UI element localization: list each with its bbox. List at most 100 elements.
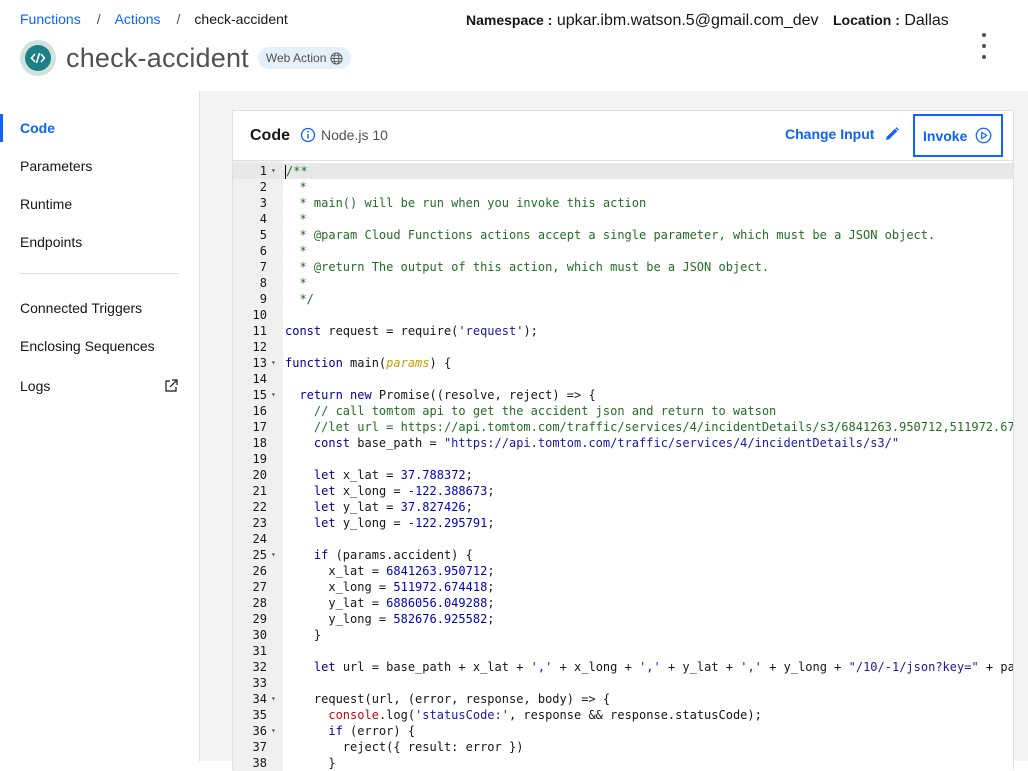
code-text: return new Promise((resolve, reject) => … [299, 388, 596, 402]
code-text: console.log('statusCode:', response && r… [328, 708, 762, 722]
line-number: 5 [259, 228, 267, 242]
code-text: const base_path = "https://api.tomtom.co… [313, 436, 900, 450]
sidebar-item-endpoints[interactable]: Endpoints [0, 226, 199, 258]
breadcrumb-functions[interactable]: Functions [20, 11, 81, 27]
code-line[interactable]: 2 * [233, 179, 1013, 195]
sidebar-item-code[interactable]: Code [0, 112, 199, 144]
code-line[interactable]: 16 // call tomtom api to get the acciden… [233, 403, 1013, 419]
code-panel-title: Code [250, 127, 290, 144]
code-line[interactable]: 19 [233, 451, 1013, 467]
line-number: 28 [252, 596, 267, 610]
code-text: y_long = 582676.925582; [285, 612, 495, 626]
code-line[interactable]: 5 * @param Cloud Functions actions accep… [233, 227, 1013, 243]
code-line[interactable]: 18 const base_path = "https://api.tomtom… [233, 435, 1013, 451]
code-text: if (params.accident) { [313, 548, 473, 562]
code-line[interactable]: 24 [233, 531, 1013, 547]
code-text: * [285, 244, 307, 258]
code-line[interactable]: 38 } [233, 755, 1013, 771]
line-number: 30 [252, 628, 267, 642]
code-text: /** [285, 164, 308, 179]
code-text: x_long = 511972.674418; [285, 580, 495, 594]
fold-arrow-icon[interactable]: ▾ [271, 387, 276, 403]
code-line[interactable]: 6 * [233, 243, 1013, 259]
code-line[interactable]: 33 [233, 675, 1013, 691]
sidebar-item-enclosing-sequences[interactable]: Enclosing Sequences [0, 330, 199, 362]
breadcrumb-current: check-accident [194, 11, 288, 27]
code-line[interactable]: 20 let x_lat = 37.788372; [233, 467, 1013, 483]
code-panel: Code Node.js 10 Change Input Invoke 1 ▾ … [232, 110, 1014, 771]
change-input-label: Change Input [785, 126, 875, 142]
code-text: let y_long = -122.295791; [313, 516, 495, 530]
web-action-label: Web Action [265, 51, 327, 65]
code-line[interactable]: 27 x_long = 511972.674418; [233, 579, 1013, 595]
code-line[interactable]: 34 ▾ request(url, (error, response, body)… [233, 691, 1013, 707]
invoke-button[interactable]: Invoke [913, 114, 1003, 157]
sidebar-item-runtime[interactable]: Runtime [0, 188, 199, 220]
code-line[interactable]: 7 * @return The output of this action, w… [233, 259, 1013, 275]
sidebar: Code Parameters Runtime Endpoints Connec… [0, 91, 200, 761]
sidebar-item-parameters[interactable]: Parameters [0, 150, 199, 182]
code-line[interactable]: 29 y_long = 582676.925582; [233, 611, 1013, 627]
code-line[interactable]: 17 //let url = https://api.tomtom.com/tr… [233, 419, 1013, 435]
code-line[interactable]: 9 */ [233, 291, 1013, 307]
line-number: 9 [259, 292, 267, 306]
line-number: 26 [252, 564, 267, 578]
code-line[interactable]: 25 ▾ if (params.accident) { [233, 547, 1013, 563]
fold-arrow-icon[interactable]: ▾ [271, 723, 276, 739]
info-icon[interactable] [300, 127, 316, 143]
code-line[interactable]: 37 reject({ result: error }) [233, 739, 1013, 755]
line-number: 27 [252, 580, 267, 594]
line-number: 7 [259, 260, 267, 274]
code-line[interactable]: 23 let y_long = -122.295791; [233, 515, 1013, 531]
line-number: 14 [252, 372, 267, 386]
code-line[interactable]: 13 ▾ function main(params) { [233, 355, 1013, 371]
code-line[interactable]: 31 [233, 643, 1013, 659]
sidebar-item-connected-triggers[interactable]: Connected Triggers [0, 292, 199, 324]
code-line[interactable]: 28 y_lat = 6886056.049288; [233, 595, 1013, 611]
code-line[interactable]: 14 [233, 371, 1013, 387]
code-line[interactable]: 3 * main() will be run when you invoke t… [233, 195, 1013, 211]
code-line[interactable]: 12 [233, 339, 1013, 355]
code-text: let x_lat = 37.788372; [313, 468, 473, 482]
code-line[interactable]: 8 * [233, 275, 1013, 291]
code-line[interactable]: 4 * [233, 211, 1013, 227]
line-number: 34 [252, 692, 267, 706]
sidebar-item-label: Connected Triggers [20, 300, 143, 316]
invoke-label: Invoke [923, 127, 968, 144]
code-line[interactable]: 32 let url = base_path + x_lat + ',' + x… [233, 659, 1013, 675]
fold-arrow-icon[interactable]: ▾ [271, 163, 276, 179]
pencil-icon [886, 127, 900, 140]
code-line[interactable]: 22 let y_lat = 37.827426; [233, 499, 1013, 515]
sidebar-item-label: Enclosing Sequences [20, 338, 155, 354]
code-text: * [285, 180, 307, 194]
line-number: 10 [252, 308, 267, 322]
fold-arrow-icon[interactable]: ▾ [271, 355, 276, 371]
sidebar-item-logs[interactable]: Logs [0, 370, 199, 402]
code-line[interactable]: 36 ▾ if (error) { [233, 723, 1013, 739]
breadcrumb-actions[interactable]: Actions [115, 11, 161, 27]
location-info: Location : Dallas [833, 12, 949, 30]
line-number: 33 [252, 676, 267, 690]
line-number: 31 [252, 644, 267, 658]
breadcrumb-separator: / [96, 11, 101, 27]
code-text: */ [285, 292, 314, 306]
sidebar-item-label: Parameters [20, 158, 93, 174]
code-line[interactable]: 15 ▾ return new Promise((resolve, reject)… [233, 387, 1013, 403]
change-input-button[interactable]: Change Input [785, 126, 900, 142]
code-editor[interactable]: 1 ▾/** 2 * 3 * main() will be run when you … [233, 161, 1013, 771]
code-line[interactable]: 10 [233, 307, 1013, 323]
overflow-menu-icon[interactable] [974, 33, 994, 59]
code-text: // call tomtom api to get the accident j… [313, 404, 777, 418]
code-line[interactable]: 35 console.log('statusCode:', response &… [233, 707, 1013, 723]
code-line[interactable]: 11 const request = require('request'); [233, 323, 1013, 339]
fold-arrow-icon[interactable]: ▾ [271, 691, 276, 707]
code-text: function main(params) { [285, 356, 452, 370]
fold-arrow-icon[interactable]: ▾ [271, 547, 276, 563]
code-line[interactable]: 1 ▾ /** [233, 163, 1013, 179]
code-line[interactable]: 26 x_lat = 6841263.950712; [233, 563, 1013, 579]
sidebar-divider [20, 273, 179, 274]
code-line[interactable]: 21 let x_long = -122.388673; [233, 483, 1013, 499]
code-text: y_lat = 6886056.049288; [285, 596, 495, 610]
code-line[interactable]: 30 } [233, 627, 1013, 643]
runtime-label: Node.js 10 [321, 127, 388, 143]
